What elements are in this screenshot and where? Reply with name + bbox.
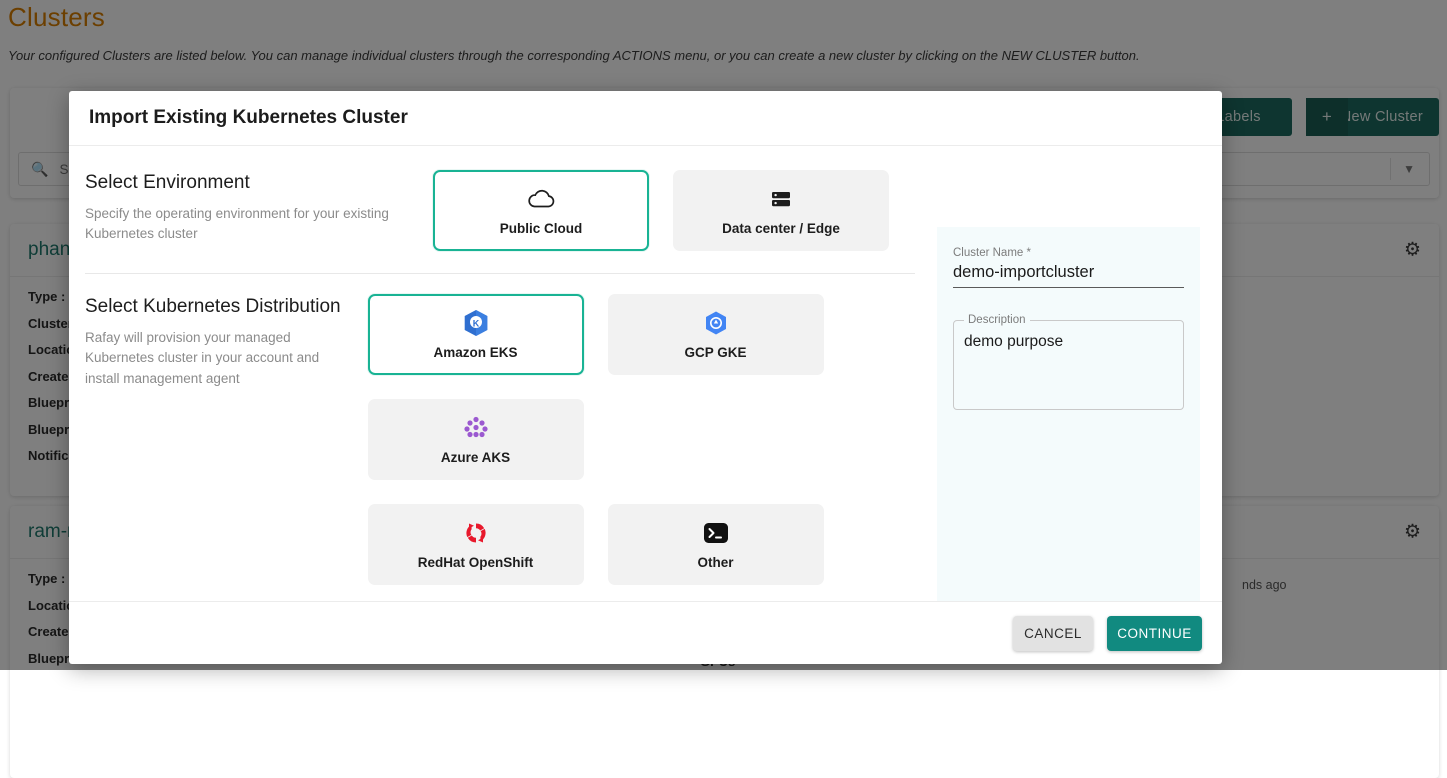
option-label: Azure AKS [441,450,510,465]
cluster-name-label: Cluster Name * [953,247,1184,259]
option-data-center-edge[interactable]: Data center / Edge [673,170,889,251]
description-field[interactable]: Description [953,314,1184,410]
dialog-footer: CANCEL CONTINUE [69,601,1222,664]
option-redhat-openshift[interactable]: RedHat OpenShift [368,504,584,585]
option-gcp-gke[interactable]: GCP GKE [608,294,824,375]
aks-icon [461,415,491,441]
description-textarea[interactable] [962,332,1175,406]
openshift-icon [462,520,490,546]
option-label: Amazon EKS [434,345,518,360]
select-environment-section: Select Environment Specify the operating… [85,170,923,251]
section-title: Select Kubernetes Distribution [85,296,344,318]
server-rack-icon [770,186,792,212]
distribution-options: K Amazon EKS [368,294,923,585]
continue-button[interactable]: CONTINUE [1107,616,1202,651]
cluster-name-field[interactable]: Cluster Name * [953,247,1184,288]
selection-pane: Select Environment Specify the operating… [69,146,939,601]
dialog-body: Select Environment Specify the operating… [69,146,1222,601]
section-text: Select Kubernetes Distribution Rafay wil… [85,294,368,585]
select-distribution-section: Select Kubernetes Distribution Rafay wil… [85,294,923,585]
option-azure-aks[interactable]: Azure AKS [368,399,584,480]
option-label: RedHat OpenShift [418,555,534,570]
environment-options: Public Cloud Data center / Edge [433,170,889,251]
eks-icon: K [463,310,489,336]
import-cluster-dialog: Import Existing Kubernetes Cluster Selec… [69,91,1222,664]
section-divider [85,273,915,274]
description-label: Description [964,314,1030,326]
cluster-name-input[interactable] [953,263,1184,288]
cluster-details-pane: Cluster Name * Description [937,227,1200,601]
cancel-button[interactable]: CANCEL [1013,616,1093,651]
cloud-icon [526,186,556,212]
option-amazon-eks[interactable]: K Amazon EKS [368,294,584,375]
dialog-title: Import Existing Kubernetes Cluster [89,107,408,129]
section-text: Select Environment Specify the operating… [85,170,433,251]
option-label: GCP GKE [685,345,747,360]
dialog-header: Import Existing Kubernetes Cluster [69,91,1222,146]
section-title: Select Environment [85,172,409,194]
option-label: Other [698,555,734,570]
option-label: Public Cloud [500,221,583,236]
distribution-options-row-1: K Amazon EKS [368,294,923,480]
option-label: Data center / Edge [722,221,840,236]
gke-icon [703,310,729,336]
option-other[interactable]: Other [608,504,824,585]
svg-text:K: K [472,318,479,328]
option-public-cloud[interactable]: Public Cloud [433,170,649,251]
distribution-options-row-2: RedHat OpenShift Other [368,504,923,585]
description-fieldset: Description [953,314,1184,410]
terminal-icon [703,520,729,546]
section-subtitle: Rafay will provision your managed Kubern… [85,328,344,389]
section-subtitle: Specify the operating environment for yo… [85,204,409,245]
